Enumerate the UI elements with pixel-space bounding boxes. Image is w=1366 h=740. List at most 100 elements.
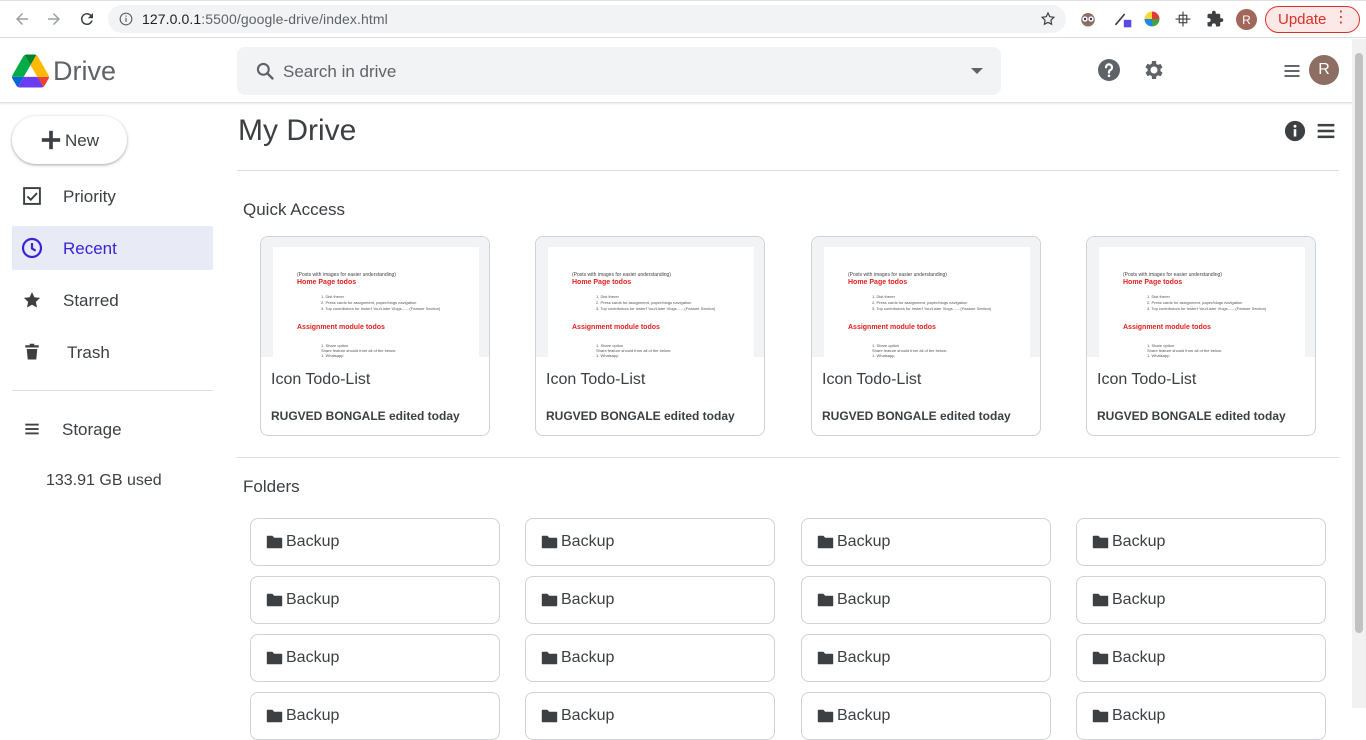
storage-lines-icon <box>21 418 43 440</box>
info-circle-icon[interactable] <box>1282 118 1308 144</box>
title-divider <box>237 170 1339 171</box>
info-icon[interactable] <box>119 12 133 26</box>
search-icon[interactable] <box>255 61 275 81</box>
folder-icon <box>541 651 558 665</box>
page-title: My Drive <box>238 114 357 147</box>
scrollbar-thumb[interactable] <box>1355 53 1363 633</box>
help-icon[interactable] <box>1096 57 1122 83</box>
folder-icon <box>1092 709 1109 723</box>
browser-profile-avatar[interactable]: R <box>1236 9 1257 30</box>
menu-hamburger-icon[interactable] <box>1279 58 1305 84</box>
folder-icon <box>817 593 834 607</box>
sidebar-item-label: Recent <box>63 239 117 258</box>
folder-name: Backup <box>286 649 340 666</box>
quick-access-card[interactable]: (Posts with images for easier understand… <box>535 236 765 436</box>
folder-icon <box>1092 651 1109 665</box>
quick-access-card[interactable]: (Posts with images for easier understand… <box>1086 236 1316 436</box>
sidebar-item-starred[interactable]: Starred <box>12 278 213 322</box>
folder-item[interactable]: Backup <box>801 576 1051 624</box>
browser-toolbar: 127.0.0.1:5500/google-drive/index.html R… <box>0 0 1366 38</box>
folder-item[interactable]: Backup <box>525 576 775 624</box>
new-button-label: New <box>65 131 100 150</box>
file-name: Icon Todo-List <box>271 371 371 388</box>
folder-item[interactable]: Backup <box>525 518 775 566</box>
sidebar-item-storage[interactable]: Storage <box>12 407 213 451</box>
file-name: Icon Todo-List <box>546 371 646 388</box>
folder-item[interactable]: Backup <box>250 576 500 624</box>
sidebar-item-label: Priority <box>63 187 116 206</box>
search-options-dropdown-icon[interactable] <box>971 68 983 74</box>
extension-crosshair-icon[interactable] <box>1172 8 1194 30</box>
settings-gear-icon[interactable] <box>1141 57 1167 83</box>
folder-icon <box>817 709 834 723</box>
user-avatar[interactable]: R <box>1309 55 1339 85</box>
folder-item[interactable]: Backup <box>1076 576 1326 624</box>
folder-item[interactable]: Backup <box>801 692 1051 740</box>
doc-preview: (Posts with images for easier understand… <box>824 247 1030 359</box>
plus-icon <box>41 130 61 150</box>
address-bar[interactable]: 127.0.0.1:5500/google-drive/index.html <box>108 5 1066 33</box>
file-name: Icon Todo-List <box>822 371 922 388</box>
doc-preview: (Posts with images for easier understand… <box>548 247 754 359</box>
folder-name: Backup <box>286 707 340 724</box>
folder-item[interactable]: Backup <box>250 518 500 566</box>
drive-logo-icon[interactable] <box>12 54 49 88</box>
star-icon <box>21 289 43 311</box>
folder-name: Backup <box>837 591 891 608</box>
file-thumbnail: (Posts with images for easier understand… <box>536 237 764 359</box>
reload-icon[interactable] <box>76 8 98 30</box>
folders-heading: Folders <box>243 477 300 496</box>
sidebar-item-recent[interactable]: Recent <box>12 226 213 270</box>
storage-used-text: 133.91 GB used <box>46 472 162 489</box>
extension-color-picker-icon[interactable] <box>1112 8 1134 30</box>
search-input[interactable]: Search in drive <box>283 62 396 82</box>
folder-item[interactable]: Backup <box>1076 518 1326 566</box>
quick-access-card[interactable]: (Posts with images for easier understand… <box>811 236 1041 436</box>
folder-name: Backup <box>561 533 615 550</box>
folder-item[interactable]: Backup <box>525 634 775 682</box>
sidebar-item-label: Storage <box>62 420 122 439</box>
file-meta: RUGVED BONGALE edited today <box>822 409 1011 423</box>
quick-access-heading: Quick Access <box>243 200 346 219</box>
sidebar-item-trash[interactable]: Trash <box>12 330 213 374</box>
folder-icon <box>266 651 283 665</box>
quick-access-card[interactable]: (Posts with images for easier understand… <box>260 236 490 436</box>
file-thumbnail: (Posts with images for easier understand… <box>812 237 1040 359</box>
app-name: Drive <box>53 56 117 86</box>
extension-owl-icon[interactable] <box>1077 8 1099 30</box>
folder-icon <box>541 593 558 607</box>
file-thumbnail: (Posts with images for easier understand… <box>1087 237 1315 359</box>
folder-icon <box>266 535 283 549</box>
new-button[interactable]: New <box>12 116 127 164</box>
back-icon[interactable] <box>11 8 33 30</box>
folder-icon <box>266 593 283 607</box>
sidebar-item-priority[interactable]: Priority <box>12 174 213 218</box>
file-name: Icon Todo-List <box>1097 371 1197 388</box>
folder-item[interactable]: Backup <box>1076 634 1326 682</box>
browser-update-button[interactable]: Update ⋮ <box>1265 6 1360 33</box>
folder-name: Backup <box>1112 591 1166 608</box>
file-meta: RUGVED BONGALE edited today <box>271 409 460 423</box>
folder-name: Backup <box>286 591 340 608</box>
sidebar-item-label: Starred <box>63 291 119 310</box>
bookmark-star-icon[interactable] <box>1040 11 1056 27</box>
extensions-puzzle-icon[interactable] <box>1204 8 1226 30</box>
folder-item[interactable]: Backup <box>1076 692 1326 740</box>
search-bar[interactable]: Search in drive <box>237 47 1001 95</box>
folder-item[interactable]: Backup <box>801 518 1051 566</box>
clock-icon <box>21 237 43 259</box>
section-divider <box>237 457 1339 458</box>
folder-item[interactable]: Backup <box>525 692 775 740</box>
folder-item[interactable]: Backup <box>801 634 1051 682</box>
extension-color-wheel-icon[interactable] <box>1141 8 1163 30</box>
folder-item[interactable]: Backup <box>250 634 500 682</box>
folder-icon <box>1092 593 1109 607</box>
list-view-icon[interactable] <box>1313 118 1339 144</box>
checkbox-icon <box>21 185 43 207</box>
folder-icon <box>817 651 834 665</box>
folder-item[interactable]: Backup <box>250 692 500 740</box>
forward-icon[interactable] <box>43 8 65 30</box>
page-scrollbar[interactable] <box>1352 39 1366 708</box>
folder-icon <box>266 709 283 723</box>
folder-icon <box>1092 535 1109 549</box>
